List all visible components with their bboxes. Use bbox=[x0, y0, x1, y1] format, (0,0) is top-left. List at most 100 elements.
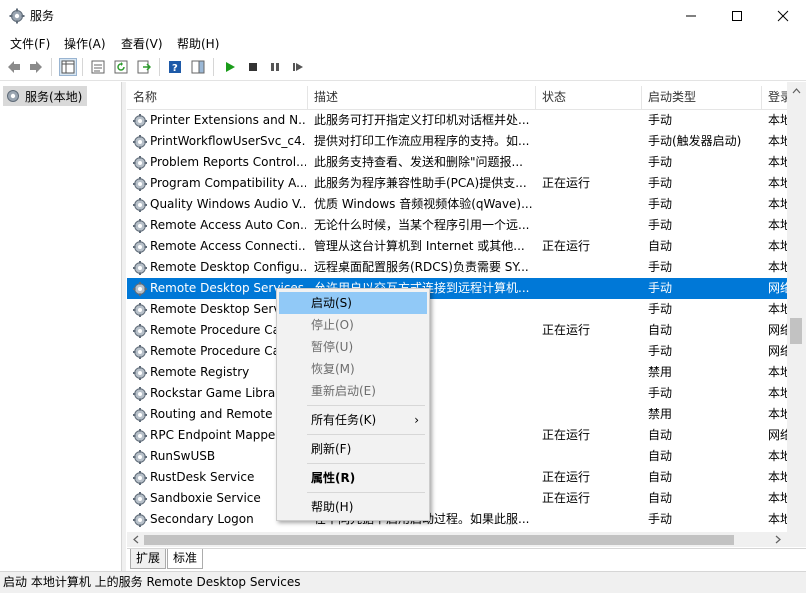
service-row[interactable]: Printer Extensions and N... 此服务可打开指定义打印机对… bbox=[127, 110, 806, 131]
menu-separator bbox=[307, 405, 425, 406]
help-icon: ? bbox=[169, 61, 181, 74]
service-row[interactable]: PrintWorkflowUserSvc_c4... 提供对打印工作流应用程序的支… bbox=[127, 131, 806, 152]
restart-service-button[interactable] bbox=[289, 58, 307, 76]
service-row[interactable]: Remote Desktop Services允许用户以交互方式连接到远程计算机… bbox=[127, 278, 806, 299]
tree-item-label: 服务(本地) bbox=[25, 89, 83, 104]
service-row[interactable]: Problem Reports Control... 此服务支持查看、发送和删除"… bbox=[127, 152, 806, 173]
column-header-startup-type[interactable]: 启动类型 bbox=[642, 86, 762, 110]
play-icon bbox=[226, 62, 235, 72]
service-gear-icon bbox=[132, 428, 148, 444]
tab-extended[interactable]: 扩展 bbox=[130, 549, 167, 569]
service-row[interactable]: Rockstar Game Librarthe integrity of...手… bbox=[127, 383, 806, 404]
cell-status: 正在运行 bbox=[542, 491, 591, 505]
service-row[interactable]: RustDesk Service 正在运行 自动 本地 bbox=[127, 467, 806, 488]
horizontal-scrollbar[interactable] bbox=[127, 532, 787, 547]
cell-startup-type: 手动 bbox=[648, 155, 673, 169]
cell-name: Remote Access Auto Con... bbox=[150, 218, 306, 232]
service-row[interactable]: Remote Procedure Ca和 DCOM 服务...正在运行自动网络 bbox=[127, 320, 806, 341]
service-gear-icon bbox=[132, 365, 148, 381]
minimize-icon bbox=[686, 15, 696, 16]
service-row[interactable]: Sandboxie Service 正在运行 自动 本地 bbox=[127, 488, 806, 509]
tree-item-services-local[interactable]: 服务(本地) bbox=[3, 86, 87, 106]
service-row[interactable]: Remote Procedure CaWindows 的早...手动网络 bbox=[127, 341, 806, 362]
menu-item-all-tasks[interactable]: 所有任务(K) › bbox=[279, 409, 427, 431]
refresh-button[interactable] bbox=[112, 58, 130, 76]
refresh-icon bbox=[114, 60, 128, 74]
back-button[interactable] bbox=[5, 58, 23, 76]
cell-status bbox=[542, 278, 640, 299]
service-gear-icon bbox=[132, 386, 148, 402]
console-tree-button[interactable] bbox=[59, 58, 77, 76]
cell-name: Printer Extensions and N... bbox=[150, 113, 306, 127]
service-row[interactable]: Program Compatibility A... 此服务为程序兼容性助手(PC… bbox=[127, 173, 806, 194]
service-row[interactable]: Remote Desktop Servi向打印机/驱动程...手动本地 bbox=[127, 299, 806, 320]
cell-startup-type: 手动 bbox=[648, 386, 673, 400]
cell-startup-type: 自动 bbox=[648, 470, 673, 484]
menu-action[interactable]: 操作(A) bbox=[64, 35, 106, 52]
cell-status bbox=[542, 509, 640, 530]
column-header-name[interactable]: 名称 bbox=[127, 86, 308, 110]
menu-item-restart[interactable]: 重新启动(E) bbox=[279, 380, 427, 402]
minimize-button[interactable] bbox=[668, 0, 714, 31]
service-gear-icon bbox=[132, 449, 148, 465]
title-bar[interactable]: 服务 bbox=[0, 0, 806, 31]
service-gear-icon bbox=[132, 260, 148, 276]
service-gear-icon bbox=[132, 113, 148, 129]
service-row[interactable]: Remote Desktop Configu... 远程桌面配置服务(RDCS)负… bbox=[127, 257, 806, 278]
service-row[interactable]: Secondary Logon在不同凭据下启用启动过程。如果此服...手动本地 bbox=[127, 509, 806, 530]
cell-startup-type: 自动 bbox=[648, 428, 673, 442]
cell-startup-type: 手动(触发器启动) bbox=[648, 134, 742, 148]
stop-service-button[interactable] bbox=[244, 58, 262, 76]
menu-item-refresh[interactable]: 刷新(F) bbox=[279, 438, 427, 460]
cell-name: Remote Desktop Configu... bbox=[150, 260, 306, 274]
action-pane-icon bbox=[191, 60, 205, 74]
tab-standard[interactable]: 标准 bbox=[167, 549, 204, 569]
help-button[interactable]: ? bbox=[166, 58, 184, 76]
start-service-button[interactable] bbox=[221, 58, 239, 76]
show-hide-action-pane-button[interactable] bbox=[189, 58, 207, 76]
horizontal-scroll-thumb[interactable] bbox=[144, 535, 734, 545]
maximize-button[interactable] bbox=[714, 0, 760, 31]
menu-item-stop[interactable]: 停止(O) bbox=[279, 314, 427, 336]
menu-help[interactable]: 帮助(H) bbox=[177, 35, 219, 52]
cell-description: 管理从这台计算机到 Internet 或其他... bbox=[314, 239, 525, 253]
menu-item-start[interactable]: 启动(S) bbox=[279, 292, 427, 314]
close-button[interactable] bbox=[760, 0, 806, 31]
menu-item-properties[interactable]: 属性(R) bbox=[279, 467, 427, 489]
vertical-scroll-thumb[interactable] bbox=[790, 318, 802, 344]
service-row[interactable]: Remote Registry算机上的注册表...禁用本地 bbox=[127, 362, 806, 383]
menu-separator bbox=[307, 463, 425, 464]
cell-status: 正在运行 bbox=[542, 470, 591, 484]
properties-button[interactable] bbox=[89, 58, 107, 76]
menu-separator bbox=[307, 492, 425, 493]
properties-icon bbox=[91, 60, 105, 74]
stop-icon bbox=[249, 63, 257, 71]
menu-item-pause[interactable]: 暂停(U) bbox=[279, 336, 427, 358]
forward-arrow-icon bbox=[30, 61, 42, 73]
pause-service-button[interactable] bbox=[266, 58, 284, 76]
forward-button[interactable] bbox=[27, 58, 45, 76]
service-gear-icon bbox=[132, 155, 148, 171]
column-header-status[interactable]: 状态 bbox=[536, 86, 642, 110]
export-list-button[interactable] bbox=[135, 58, 153, 76]
cell-status bbox=[542, 404, 640, 425]
services-list: 名称 描述 状态 启动类型 登录 Printer Extensions and … bbox=[127, 82, 806, 532]
service-row[interactable]: Remote Access Auto Con... 无论什么时候，当某个程序引用一… bbox=[127, 215, 806, 236]
service-row[interactable]: Remote Access Connecti... 管理从这台计算机到 Inter… bbox=[127, 236, 806, 257]
menu-item-help[interactable]: 帮助(H) bbox=[279, 496, 427, 518]
vertical-scrollbar[interactable] bbox=[787, 82, 806, 547]
service-row[interactable]: RunSwUSB 自动 本地 bbox=[127, 446, 806, 467]
service-row[interactable]: RPC Endpoint Mappe以传输端点。如...正在运行自动网络 bbox=[127, 425, 806, 446]
console-tree: 服务(本地) bbox=[0, 82, 122, 572]
cell-name: Quality Windows Audio V... bbox=[150, 197, 306, 211]
column-header-description[interactable]: 描述 bbox=[308, 86, 536, 110]
cell-startup-type: 自动 bbox=[648, 449, 673, 463]
menu-view[interactable]: 查看(V) bbox=[121, 35, 163, 52]
service-row[interactable]: Quality Windows Audio V... 优质 Windows 音频视… bbox=[127, 194, 806, 215]
cell-status bbox=[542, 131, 640, 152]
menu-item-resume[interactable]: 恢复(M) bbox=[279, 358, 427, 380]
service-row[interactable]: Routing and Remote环境中为企业提供...禁用本地 bbox=[127, 404, 806, 425]
menu-file[interactable]: 文件(F) bbox=[10, 35, 50, 52]
cell-startup-type: 手动 bbox=[648, 260, 673, 274]
cell-startup-type: 禁用 bbox=[648, 365, 673, 379]
